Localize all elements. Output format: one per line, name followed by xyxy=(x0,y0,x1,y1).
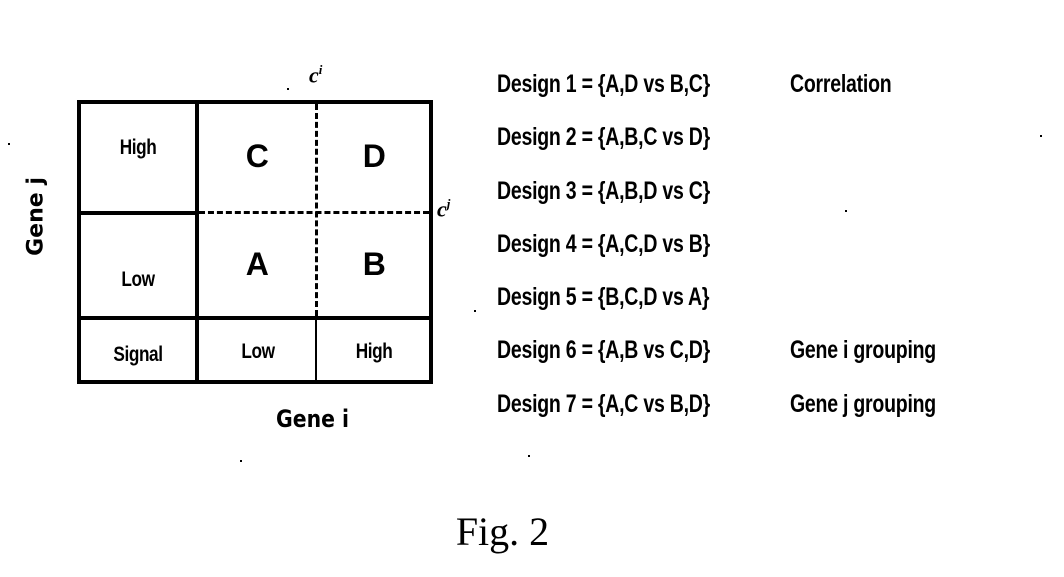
grid-border-left xyxy=(77,100,81,384)
design-definition: Design 2 = {A,B,C vs D} xyxy=(497,123,710,152)
scan-speck xyxy=(240,460,242,462)
design-definition: Design 3 = {A,B,D vs C} xyxy=(497,176,710,205)
scan-speck xyxy=(1040,135,1042,137)
grid-border-top xyxy=(77,100,433,104)
gene-expression-grid: High Low Signal Low High C D A B xyxy=(77,100,433,384)
gene-i-text: Gene i xyxy=(276,405,350,433)
design-row: Design 5 = {B,C,D vs A} xyxy=(497,283,1037,336)
scan-speck xyxy=(845,210,847,212)
figure-caption: Fig. 2 xyxy=(455,509,550,554)
threshold-cj-line xyxy=(199,211,429,214)
threshold-cj-sup: j xyxy=(446,196,451,211)
grid-signal-row-divider xyxy=(77,316,433,320)
threshold-cj-label: cj xyxy=(437,196,450,222)
design-row: Design 7 = {A,C vs B,D} Gene j grouping xyxy=(497,390,1037,443)
threshold-ci-label: ci xyxy=(309,62,322,88)
design-list: Design 1 = {A,D vs B,C} Correlation Desi… xyxy=(497,70,1037,443)
gene-j-axis-label: Gene j xyxy=(24,177,49,257)
threshold-cj-base: c xyxy=(437,196,447,222)
design-row: Design 1 = {A,D vs B,C} Correlation xyxy=(497,70,1037,123)
design-definition: Design 5 = {B,C,D vs A} xyxy=(497,283,710,312)
gene-i-axis-label: Gene i xyxy=(276,405,349,433)
grid-border-bottom xyxy=(77,380,433,384)
gene-j-text: Gene j xyxy=(23,177,49,256)
design-row: Design 3 = {A,B,D vs C} xyxy=(497,177,1037,230)
cell-a: A xyxy=(245,246,269,282)
scan-speck xyxy=(287,88,289,90)
cell-d: D xyxy=(362,138,386,174)
row-header-low: Low xyxy=(121,268,155,291)
grid-row-divider xyxy=(77,211,199,215)
design-definition: Design 6 = {A,B vs C,D} xyxy=(497,336,710,365)
design-note: Correlation xyxy=(790,70,892,98)
grid-signal-col-divider xyxy=(315,318,317,382)
cell-b: B xyxy=(362,246,386,282)
design-definition: Design 1 = {A,D vs B,C} xyxy=(497,70,710,98)
design-row: Design 4 = {A,C,D vs B} xyxy=(497,230,1037,283)
design-note: Gene j grouping xyxy=(790,389,936,418)
scan-speck xyxy=(8,143,10,145)
design-definition: Design 4 = {A,C,D vs B} xyxy=(497,229,710,258)
column-header-high: High xyxy=(355,340,393,363)
row-header-high: High xyxy=(119,136,157,159)
scan-speck xyxy=(528,455,530,457)
threshold-ci-sup: i xyxy=(318,62,323,77)
scan-speck xyxy=(474,310,476,312)
design-row: Design 2 = {A,B,C vs D} xyxy=(497,123,1037,176)
threshold-ci-base: c xyxy=(309,62,319,88)
column-header-low: Low xyxy=(241,340,275,363)
design-row: Design 6 = {A,B vs C,D} Gene i grouping xyxy=(497,336,1037,389)
threshold-ci-line xyxy=(315,104,318,316)
design-definition: Design 7 = {A,C vs B,D} xyxy=(497,389,710,418)
design-note: Gene i grouping xyxy=(790,336,936,365)
signal-header: Signal xyxy=(113,343,163,366)
cell-c: C xyxy=(245,138,269,174)
